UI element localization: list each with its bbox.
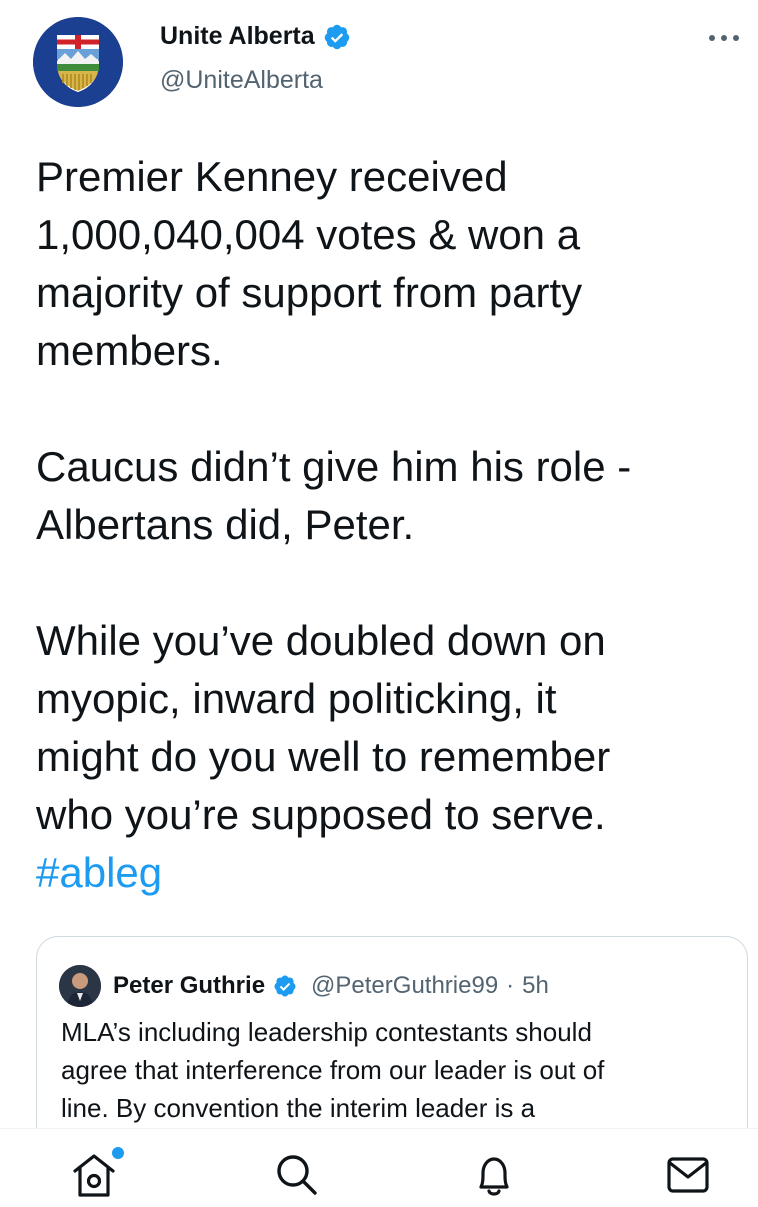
- home-unread-dot: [112, 1147, 124, 1159]
- search-icon: [277, 1155, 317, 1195]
- display-name[interactable]: Unite Alberta: [160, 22, 315, 51]
- quoted-avatar[interactable]: [59, 965, 101, 1007]
- quoted-tweet-header: Peter Guthrie @PeterGuthrie99 · 5h: [59, 965, 549, 1007]
- account-handle[interactable]: @UniteAlberta: [160, 66, 323, 95]
- tweet-paragraph: Caucus didn’t give him his role - Albert…: [36, 438, 726, 554]
- quoted-display-name[interactable]: Peter Guthrie: [113, 972, 265, 1000]
- tab-notifications[interactable]: [466, 1151, 522, 1207]
- tweet-line: who you’re supposed to serve.: [36, 791, 606, 838]
- tweet-line: majority of support from party: [36, 269, 583, 316]
- tweet-line: While you’ve doubled down on: [36, 617, 606, 664]
- tweet-line: 1,000,040,004 votes & won a: [36, 211, 581, 258]
- tab-home[interactable]: [66, 1151, 122, 1207]
- hashtag-link[interactable]: #ableg: [36, 849, 162, 896]
- verified-badge-icon: [324, 24, 349, 49]
- quoted-handle[interactable]: @PeterGuthrie99: [311, 972, 498, 1000]
- tab-search[interactable]: [268, 1151, 324, 1207]
- verified-badge-icon: [274, 975, 296, 997]
- quoted-avatar-image: [59, 965, 101, 1007]
- quoted-line: line. By convention the interim leader i…: [61, 1093, 536, 1123]
- tweet-paragraph: While you’ve doubled down on myopic, inw…: [36, 612, 726, 902]
- name-row: Unite Alberta: [160, 22, 351, 51]
- bottom-tab-bar: [0, 1128, 758, 1201]
- tweet-paragraph: Premier Kenney received 1,000,040,004 vo…: [36, 148, 726, 380]
- notifications-bell-icon: [479, 1157, 509, 1196]
- tweet-line: myopic, inward politicking, it: [36, 675, 557, 722]
- account-avatar[interactable]: [33, 17, 123, 107]
- quoted-line: agree that interference from our leader …: [61, 1055, 605, 1085]
- alberta-shield-logo: [33, 17, 123, 107]
- tweet-line: members.: [36, 327, 223, 374]
- tweet-line: Premier Kenney received: [36, 153, 508, 200]
- messages-envelope-icon: [667, 1157, 709, 1193]
- separator-dot: ·: [506, 972, 515, 999]
- more-options-button[interactable]: [700, 22, 748, 54]
- tweet-line: might do you well to remember: [36, 733, 611, 780]
- tweet-body: Premier Kenney received 1,000,040,004 vo…: [36, 148, 726, 902]
- more-horizontal-icon: [709, 35, 739, 41]
- tab-messages[interactable]: [660, 1151, 716, 1207]
- home-icon: [73, 1154, 115, 1197]
- tweet-header: Unite Alberta @UniteAlberta: [0, 0, 758, 130]
- quoted-timestamp[interactable]: 5h: [522, 972, 549, 1000]
- quoted-line: MLA’s including leadership contestants s…: [61, 1017, 592, 1047]
- quoted-tweet-text: MLA’s including leadership contestants s…: [61, 1013, 721, 1127]
- tweet-line: Caucus didn’t give him his role -: [36, 443, 632, 490]
- tweet-line: Albertans did, Peter.: [36, 501, 415, 548]
